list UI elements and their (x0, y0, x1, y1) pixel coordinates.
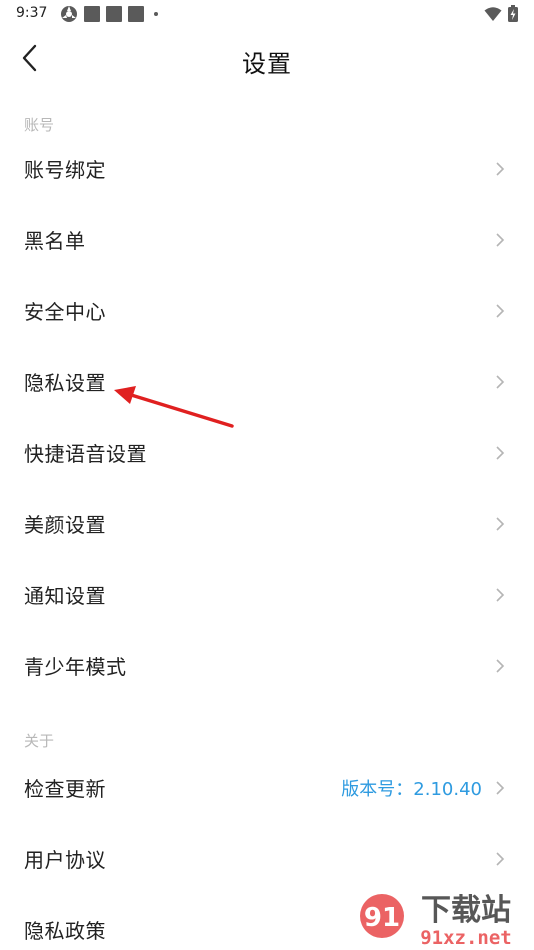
row-teen-mode[interactable]: 青少年模式 (0, 630, 534, 701)
annotation-arrow-icon (114, 386, 234, 428)
notification-square-icon (128, 6, 144, 22)
row-label: 安全中心 (24, 300, 106, 324)
chevron-right-icon (492, 516, 508, 532)
page-title: 设置 (242, 50, 292, 78)
version-value: 版本号：2.10.40 (341, 778, 482, 800)
row-security-center[interactable]: 安全中心 (0, 275, 534, 346)
row-account-binding[interactable]: 账号绑定 (0, 133, 534, 204)
row-label: 青少年模式 (24, 655, 127, 679)
row-label: 通知设置 (24, 584, 106, 608)
chevron-right-icon (492, 587, 508, 603)
row-check-update[interactable]: 检查更新 版本号：2.10.40 (0, 752, 534, 823)
status-time: 9:37 (16, 5, 48, 21)
chevron-right-icon (492, 232, 508, 248)
row-label: 快捷语音设置 (24, 442, 147, 466)
row-user-agreement[interactable]: 用户协议 (0, 823, 534, 894)
row-label: 美颜设置 (24, 513, 106, 537)
watermark-brand: 下载站 (421, 893, 511, 928)
row-privacy-settings[interactable]: 隐私设置 (0, 346, 534, 417)
chevron-right-icon (492, 161, 508, 177)
more-dot-icon (154, 12, 158, 16)
row-blacklist[interactable]: 黑名单 (0, 204, 534, 275)
watermark-domain: 91xz.net (420, 927, 512, 948)
row-label: 隐私政策 (24, 919, 106, 943)
chevron-right-icon (492, 374, 508, 390)
row-notification-settings[interactable]: 通知设置 (0, 559, 534, 630)
status-icons-left (60, 5, 158, 23)
chevron-right-icon (492, 851, 508, 867)
header: 设置 (0, 28, 534, 92)
row-label: 黑名单 (24, 229, 86, 253)
wifi-icon (484, 6, 502, 21)
chevron-right-icon (492, 780, 508, 796)
section-label-account: 账号 (24, 116, 55, 134)
row-label: 用户协议 (24, 848, 106, 872)
chevron-right-icon (492, 445, 508, 461)
watermark-logo: 91 下载站 91xz.net (360, 893, 512, 948)
status-icons-right (484, 5, 518, 22)
chevron-right-icon (492, 658, 508, 674)
section-label-about: 关于 (24, 732, 55, 750)
row-label: 账号绑定 (24, 158, 106, 182)
row-label: 隐私设置 (24, 371, 106, 395)
row-quick-voice-settings[interactable]: 快捷语音设置 (0, 417, 534, 488)
battery-charging-icon (508, 5, 518, 22)
row-beauty-settings[interactable]: 美颜设置 (0, 488, 534, 559)
vpn-icon (61, 6, 77, 22)
settings-screen: 9:37 设置 账号 账号绑定 黑名单 安全中心 隐私设置 快捷语音设置 美颜设… (0, 0, 534, 950)
notification-square-icon (84, 6, 100, 22)
notification-square-icon (106, 6, 122, 22)
status-bar: 9:37 (0, 0, 534, 28)
row-label: 检查更新 (24, 777, 106, 801)
watermark-logo-text: 91 (364, 903, 400, 933)
chevron-right-icon (492, 303, 508, 319)
